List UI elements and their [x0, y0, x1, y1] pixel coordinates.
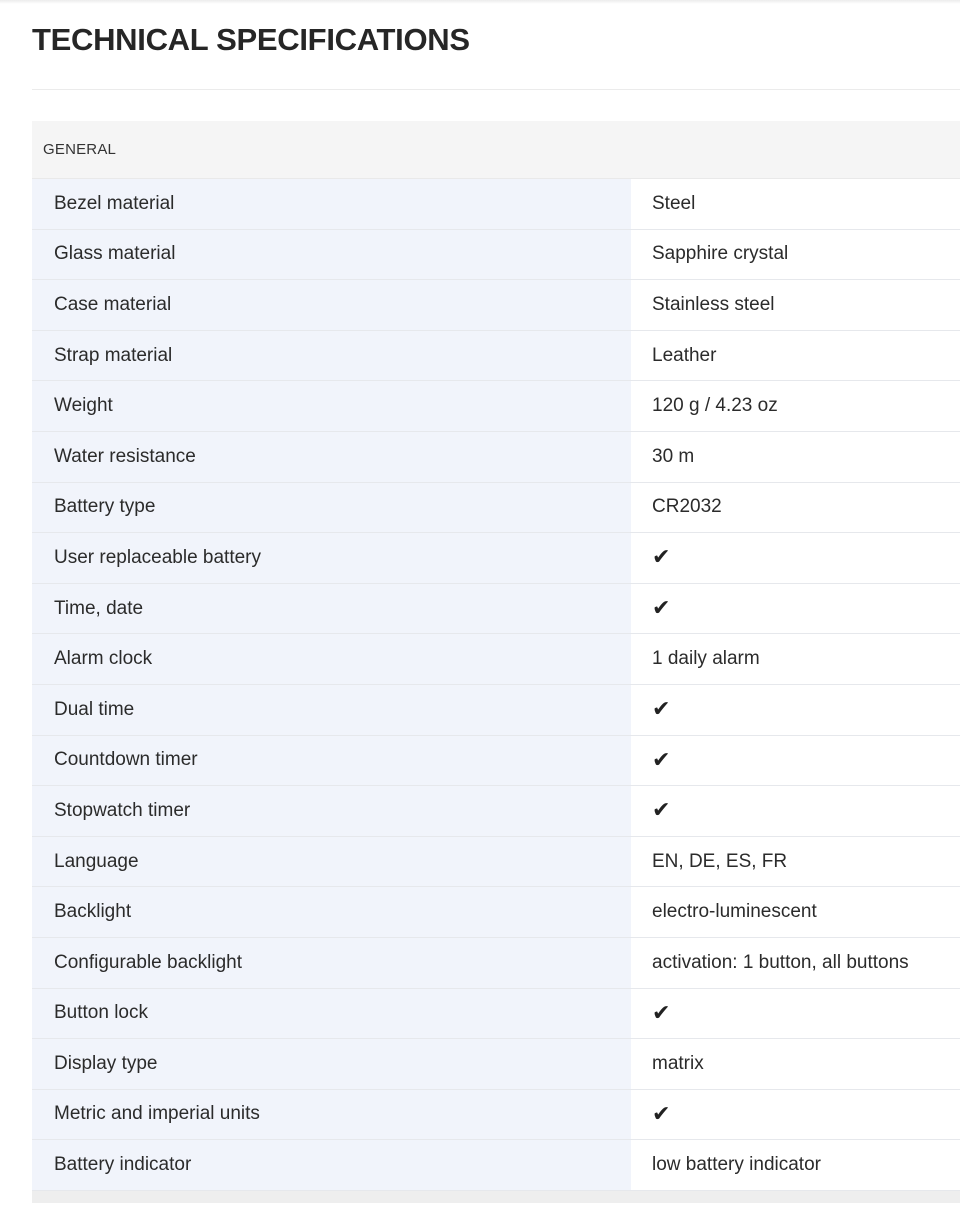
table-bottom-bar — [32, 1190, 960, 1203]
spec-value: low battery indicator — [631, 1140, 960, 1190]
spec-label: Battery indicator — [32, 1140, 631, 1190]
spec-value: Sapphire crystal — [631, 229, 960, 280]
spec-label: Stopwatch timer — [32, 786, 631, 836]
spec-label: Button lock — [32, 988, 631, 1039]
checkmark-icon: ✔ — [631, 786, 960, 836]
checkmark-icon: ✔ — [631, 583, 960, 634]
spec-label: Strap material — [32, 330, 631, 381]
checkmark-icon: ✔ — [631, 988, 960, 1039]
spec-row: Button lock ✔ — [32, 988, 960, 1040]
spec-label: Language — [32, 836, 631, 887]
spec-row: Battery indicator low battery indicator — [32, 1140, 960, 1191]
spec-label: Display type — [32, 1039, 631, 1089]
spec-value: activation: 1 button, all buttons — [631, 937, 960, 988]
spec-value: Stainless steel — [631, 280, 960, 330]
spec-row: Display type matrix — [32, 1039, 960, 1090]
spec-row: Time, date ✔ — [32, 583, 960, 635]
spec-label: Backlight — [32, 887, 631, 937]
spec-label: Battery type — [32, 482, 631, 533]
spec-value: 120 g / 4.23 oz — [631, 381, 960, 431]
spec-label: Alarm clock — [32, 634, 631, 684]
spec-rows: Bezel material Steel Glass material Sapphir… — [32, 179, 960, 1191]
title-divider — [32, 89, 960, 90]
checkmark-icon: ✔ — [631, 1089, 960, 1140]
spec-label: Weight — [32, 381, 631, 431]
spec-row: Weight 120 g / 4.23 oz — [32, 381, 960, 432]
spec-label: User replaceable battery — [32, 533, 631, 583]
spec-value: Leather — [631, 330, 960, 381]
spec-label: Configurable backlight — [32, 937, 631, 988]
spec-label: Metric and imperial units — [32, 1089, 631, 1140]
spec-label: Case material — [32, 280, 631, 330]
checkmark-icon: ✔ — [631, 735, 960, 786]
page-title: TECHNICAL SPECIFICATIONS — [32, 22, 470, 57]
spec-value: EN, DE, ES, FR — [631, 836, 960, 887]
spec-row: Strap material Leather — [32, 330, 960, 382]
checkmark-icon: ✔ — [631, 684, 960, 735]
spec-row: Metric and imperial units ✔ — [32, 1089, 960, 1141]
spec-value: matrix — [631, 1039, 960, 1089]
spec-label: Countdown timer — [32, 735, 631, 786]
spec-row: Stopwatch timer ✔ — [32, 786, 960, 837]
spec-label: Water resistance — [32, 431, 631, 482]
spec-value: electro-luminescent — [631, 887, 960, 937]
checkmark-icon: ✔ — [631, 533, 960, 583]
spec-row: Bezel material Steel — [32, 179, 960, 230]
spec-row: Dual time ✔ — [32, 684, 960, 736]
spec-row: Case material Stainless steel — [32, 280, 960, 331]
spec-table: GENERAL Bezel material Steel Glass materia… — [32, 121, 960, 1203]
spec-value: CR2032 — [631, 482, 960, 533]
spec-row: Configurable backlight activation: 1 butt… — [32, 937, 960, 989]
spec-label: Dual time — [32, 684, 631, 735]
section-header-general: GENERAL — [32, 121, 960, 179]
spec-row: Countdown timer ✔ — [32, 735, 960, 787]
spec-row: Battery type CR2032 — [32, 482, 960, 534]
spec-row: User replaceable battery ✔ — [32, 533, 960, 584]
spec-label: Bezel material — [32, 179, 631, 229]
spec-label: Glass material — [32, 229, 631, 280]
top-shadow — [0, 0, 960, 4]
spec-label: Time, date — [32, 583, 631, 634]
spec-row: Language EN, DE, ES, FR — [32, 836, 960, 888]
spec-value: Steel — [631, 179, 960, 229]
spec-row: Glass material Sapphire crystal — [32, 229, 960, 281]
spec-row: Water resistance 30 m — [32, 431, 960, 483]
spec-value: 30 m — [631, 431, 960, 482]
spec-value: 1 daily alarm — [631, 634, 960, 684]
spec-row: Backlight electro-luminescent — [32, 887, 960, 938]
spec-row: Alarm clock 1 daily alarm — [32, 634, 960, 685]
